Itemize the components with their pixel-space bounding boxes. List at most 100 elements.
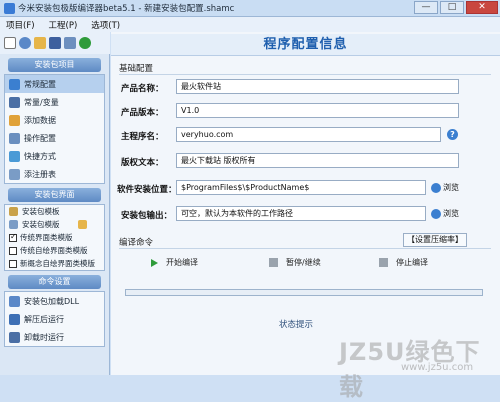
sidebar-item-add-data[interactable]: 添加数据 (5, 111, 104, 129)
extract-run-icon (9, 313, 20, 325)
install-path-label: 软件安装位置： (117, 185, 177, 195)
stop-label: 停止编译 (396, 258, 428, 267)
checkbox[interactable] (9, 246, 17, 255)
template-icon (9, 207, 18, 216)
sidebar-item-registry[interactable]: 添注册表 (5, 165, 104, 183)
window-title: 今米安装包极版编译器beta5.1 - 新建安装包配置.shamc (18, 4, 235, 14)
sidebar-item-label: 添注册表 (24, 169, 56, 179)
compile-heading: 编译命令 (119, 238, 154, 248)
variable-icon (9, 96, 20, 108)
copyright-field[interactable]: 最火下载站 版权所有 (176, 153, 459, 168)
template-option-label: 传统界面类模版 (20, 233, 73, 242)
template-option-custom-draw[interactable]: 传统自绘界面类模版 (5, 244, 104, 257)
sidebar-item-variables[interactable]: 常量/变量 (5, 93, 104, 111)
compile-progress-bar (125, 289, 483, 296)
browse-label: 浏览 (443, 183, 459, 192)
menu-engineering[interactable]: 工程(P) (49, 19, 78, 31)
close-button[interactable]: ✕ (466, 1, 498, 14)
stop-icon (379, 258, 388, 267)
checkbox[interactable] (9, 259, 17, 268)
basic-config-heading: 基础配置 (119, 64, 154, 74)
sidebar-item-label: 添加数据 (24, 115, 56, 125)
sidebar-item-operations[interactable]: 操作配置 (5, 129, 104, 147)
uninstall-run-icon (9, 331, 20, 343)
sidebar-item-label: 操作配置 (24, 133, 56, 143)
shortcut-icon (9, 150, 20, 162)
new-file-icon[interactable] (4, 37, 16, 49)
run-icon[interactable] (79, 37, 91, 49)
commands-group: 安装包加载DLL 解压后运行 卸载时运行 (4, 291, 105, 347)
template-option-new-concept[interactable]: 新概念自绘界面类模版 (5, 257, 104, 270)
product-version-field[interactable]: V1.0 (176, 103, 459, 118)
save-icon[interactable] (49, 37, 61, 49)
menu-options[interactable]: 选项(T) (91, 19, 120, 31)
sidebar-item-general[interactable]: 常规配置 (5, 75, 104, 93)
group-header-project[interactable]: 安装包项目 (8, 58, 101, 72)
checkbox[interactable] (9, 232, 17, 242)
template-list-icon (9, 220, 18, 229)
sidebar-item-label: 解压后运行 (24, 314, 64, 324)
start-compile-button[interactable]: 开始编译 (151, 257, 198, 268)
maximize-button[interactable]: □ (440, 1, 464, 14)
minimize-button[interactable]: — (414, 1, 438, 14)
title-bar: 今米安装包极版编译器beta5.1 - 新建安装包配置.shamc — □ ✕ (0, 0, 500, 17)
help-icon[interactable]: ? (447, 129, 458, 140)
template-option-label: 传统自绘界面类模版 (20, 246, 88, 255)
toolbar (0, 32, 110, 54)
output-label: 安装包输出： (121, 211, 173, 221)
menu-bar: 项目(F) 工程(P) 选项(T) (0, 17, 500, 32)
copyright-label: 版权文本： (121, 158, 164, 168)
sidebar-item-shortcuts[interactable]: 快捷方式 (5, 147, 104, 165)
sidebar-item-label: 安装包模板 (22, 207, 60, 216)
pause-label: 暂停/继续 (286, 258, 321, 267)
main-panel: 程序配置信息 基础配置 产品名称： 最火软件站 产品版本： V1.0 主程序名：… (111, 32, 500, 401)
menu-project[interactable]: 项目(F) (6, 19, 35, 31)
browse-label: 浏览 (443, 209, 459, 218)
status-text: 状态提示 (279, 320, 314, 330)
template-option-label: 新概念自绘界面类模版 (20, 259, 95, 268)
pause-icon (269, 258, 278, 267)
install-path-field[interactable]: $ProgramFiles$\$ProductName$ (176, 180, 426, 195)
divider (119, 248, 491, 249)
sidebar-item-label: 常规配置 (24, 79, 56, 89)
sidebar-item-run-on-uninstall[interactable]: 卸载时运行 (5, 328, 104, 346)
group-header-interface[interactable]: 安装包界面 (8, 188, 101, 202)
product-version-label: 产品版本： (121, 108, 164, 118)
sidebar-item-template-select[interactable]: 安装包模版 (5, 218, 104, 231)
group-header-commands[interactable]: 命令设置 (8, 275, 101, 289)
config-icon (9, 78, 20, 90)
start-compile-label: 开始编译 (166, 258, 198, 267)
main-program-field[interactable]: veryhuo.com (176, 127, 441, 142)
sidebar-item-label: 卸载时运行 (24, 332, 64, 342)
sidebar-item-label: 快捷方式 (24, 151, 56, 161)
output-field[interactable]: 可空，默认为本软件的工作路径 (176, 206, 426, 221)
page-title: 程序配置信息 (111, 34, 500, 56)
folder-icon[interactable] (77, 220, 87, 229)
product-name-label: 产品名称： (121, 84, 164, 94)
operation-icon (9, 132, 20, 144)
build-icon[interactable] (64, 37, 76, 49)
set-compression-button[interactable]: 【设置压缩率】 (403, 233, 467, 247)
browse-icon (431, 182, 441, 193)
browse-icon (431, 208, 441, 219)
app-icon (4, 2, 15, 14)
watermark-url: www.jz5u.com (401, 362, 474, 373)
pause-button[interactable]: 暂停/继续 (269, 257, 321, 268)
sidebar: 安装包项目 常规配置 常量/变量 添加数据 操作配置 快捷方式 添注册表 安装包… (0, 54, 110, 375)
stop-button[interactable]: 停止编译 (379, 257, 428, 268)
dll-icon (9, 295, 20, 307)
sidebar-item-load-dll[interactable]: 安装包加载DLL (5, 292, 104, 310)
sidebar-item-label: 常量/变量 (24, 97, 59, 107)
open-folder-icon[interactable] (34, 37, 46, 49)
project-group: 常规配置 常量/变量 添加数据 操作配置 快捷方式 添注册表 (4, 74, 105, 184)
output-browse-button[interactable]: 浏览 (431, 208, 459, 219)
sidebar-item-label: 安装包加载DLL (24, 296, 80, 306)
add-data-icon (9, 114, 20, 126)
template-option-classic[interactable]: 传统界面类模版 (5, 231, 104, 244)
sidebar-item-template[interactable]: 安装包模板 (5, 205, 104, 218)
product-name-field[interactable]: 最火软件站 (176, 79, 459, 94)
sidebar-item-label: 安装包模版 (22, 220, 60, 229)
sidebar-item-run-after-extract[interactable]: 解压后运行 (5, 310, 104, 328)
globe-icon[interactable] (19, 37, 31, 49)
install-path-browse-button[interactable]: 浏览 (431, 182, 459, 193)
